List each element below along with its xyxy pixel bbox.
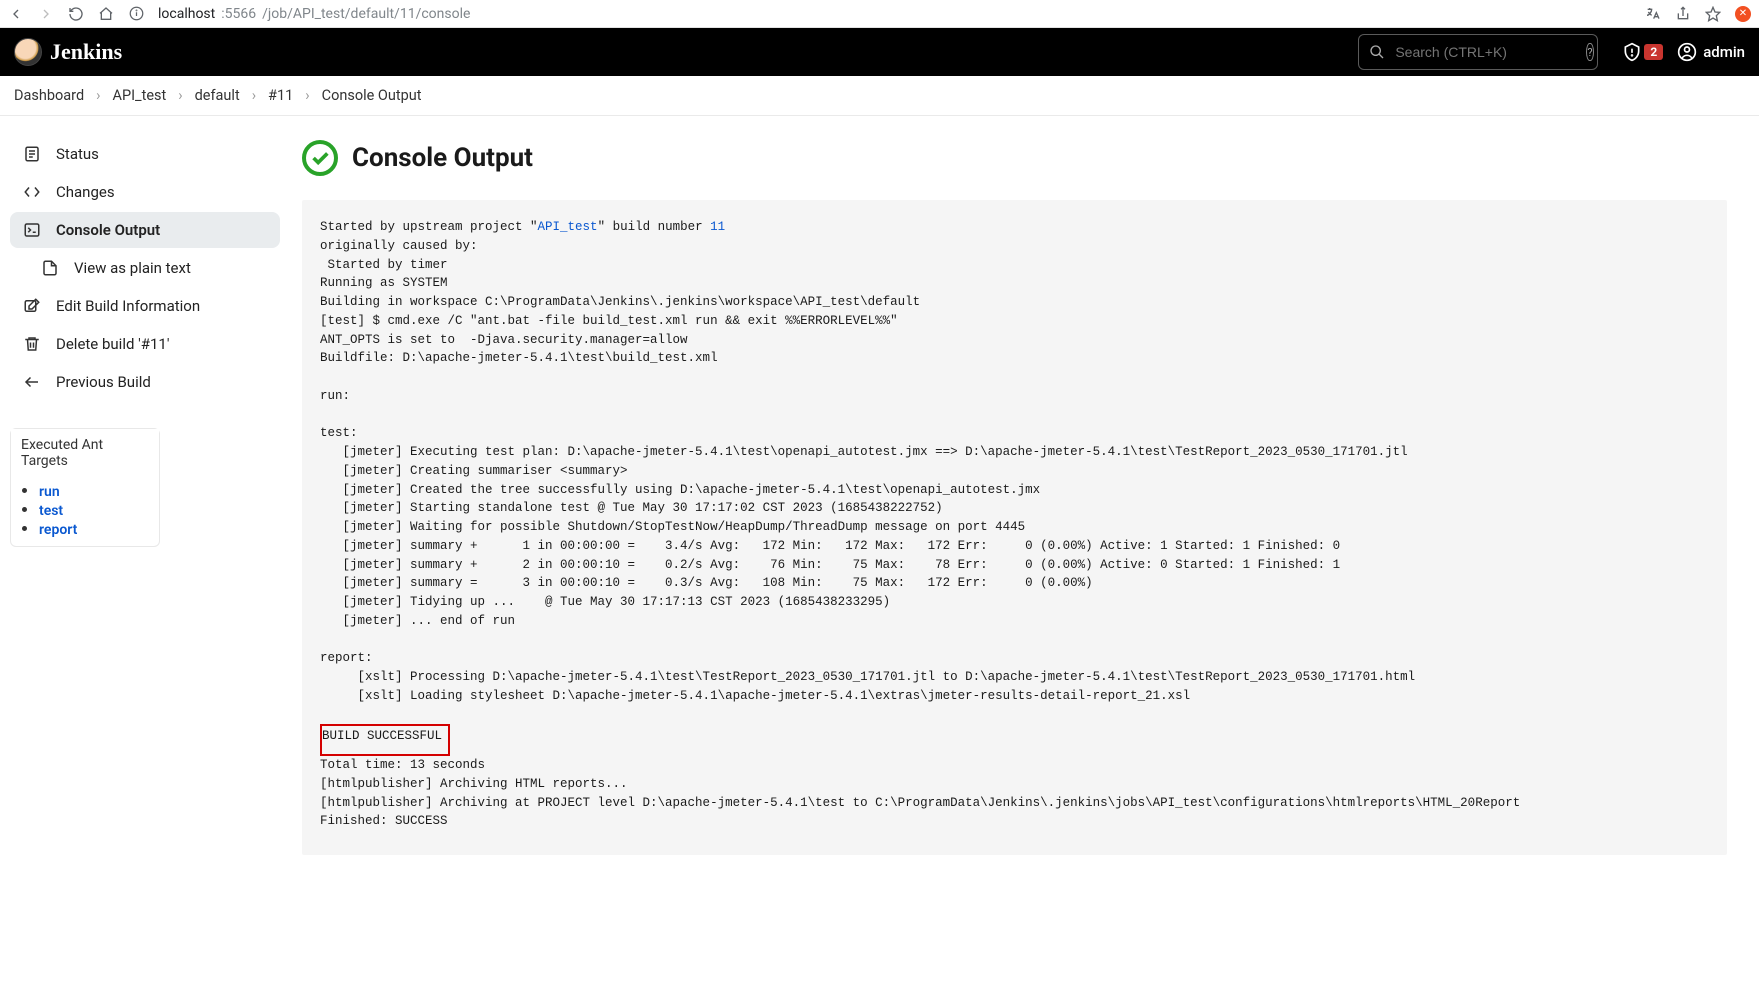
breadcrumb-api-test[interactable]: API_test bbox=[113, 87, 167, 104]
url-path: /job/API_test/default/11/console bbox=[262, 6, 470, 22]
sidebar-item-label: View as plain text bbox=[74, 259, 191, 277]
main-content: Console Output Started by upstream proje… bbox=[290, 116, 1759, 895]
executed-ant-targets: Executed Ant Targets run test report bbox=[10, 428, 160, 547]
chevron-right-icon: › bbox=[178, 87, 182, 104]
breadcrumb-console-output[interactable]: Console Output bbox=[322, 87, 422, 104]
search-input[interactable] bbox=[1395, 44, 1576, 60]
brand-text: Jenkins bbox=[50, 39, 122, 65]
jenkins-butler-icon bbox=[14, 38, 42, 66]
bookmark-icon[interactable] bbox=[1705, 6, 1721, 22]
url-host: localhost bbox=[158, 6, 215, 22]
sidebar-item-status[interactable]: Status bbox=[10, 136, 280, 172]
translate-icon[interactable] bbox=[1645, 6, 1661, 22]
share-icon[interactable] bbox=[1675, 6, 1691, 22]
jenkins-header: Jenkins ? 2 admin bbox=[0, 28, 1759, 76]
sidebar-item-label: Previous Build bbox=[56, 373, 151, 391]
list-item: run bbox=[39, 481, 159, 500]
search-icon bbox=[1369, 44, 1385, 60]
list-item: report bbox=[39, 519, 159, 538]
arrow-left-icon bbox=[22, 373, 42, 391]
chevron-right-icon: › bbox=[96, 87, 100, 104]
upstream-project-link[interactable]: API_test bbox=[538, 220, 598, 234]
alert-badge[interactable]: 2 bbox=[1622, 42, 1663, 62]
sidebar-item-label: Changes bbox=[56, 183, 115, 201]
search-help-icon[interactable]: ? bbox=[1586, 43, 1593, 61]
build-successful-highlight: BUILD SUCCESSFUL bbox=[320, 724, 450, 756]
extension-icon[interactable]: ✕ bbox=[1735, 6, 1751, 22]
user-menu[interactable]: admin bbox=[1677, 42, 1745, 62]
ant-targets-title: Executed Ant Targets bbox=[11, 429, 159, 477]
success-icon bbox=[302, 140, 338, 176]
breadcrumb-build-11[interactable]: #11 bbox=[268, 87, 293, 104]
terminal-icon bbox=[22, 221, 42, 239]
build-number-link[interactable]: 11 bbox=[710, 220, 725, 234]
ant-target-test[interactable]: test bbox=[39, 503, 63, 519]
document-icon bbox=[40, 259, 60, 277]
sidebar-item-label: Status bbox=[56, 145, 99, 163]
home-icon[interactable] bbox=[98, 6, 114, 22]
reload-icon[interactable] bbox=[68, 6, 84, 22]
changes-icon bbox=[22, 183, 42, 201]
alert-count: 2 bbox=[1644, 44, 1663, 60]
sidebar-item-previous-build[interactable]: Previous Build bbox=[10, 364, 280, 400]
shield-warning-icon bbox=[1622, 42, 1642, 62]
ant-target-run[interactable]: run bbox=[39, 484, 60, 500]
url-port: :5566 bbox=[221, 6, 256, 22]
console-output: Started by upstream project "API_test" b… bbox=[302, 200, 1727, 855]
breadcrumb-dashboard[interactable]: Dashboard bbox=[14, 87, 84, 104]
sidebar-item-delete-build[interactable]: Delete build '#11' bbox=[10, 326, 280, 362]
sidebar-item-edit-build[interactable]: Edit Build Information bbox=[10, 288, 280, 324]
ant-target-report[interactable]: report bbox=[39, 522, 77, 538]
sidebar-item-console-output[interactable]: Console Output bbox=[10, 212, 280, 248]
sidebar: Status Changes Console Output View as pl… bbox=[0, 116, 290, 895]
sidebar-item-plain-text[interactable]: View as plain text bbox=[10, 250, 280, 286]
page-title: Console Output bbox=[352, 143, 533, 173]
browser-bar: localhost :5566/job/API_test/default/11/c… bbox=[0, 0, 1759, 28]
back-icon[interactable] bbox=[8, 6, 24, 22]
breadcrumb: Dashboard › API_test › default › #11 › C… bbox=[0, 76, 1759, 116]
jenkins-logo[interactable]: Jenkins bbox=[14, 38, 122, 66]
search-box[interactable]: ? bbox=[1358, 34, 1598, 70]
chevron-right-icon: › bbox=[252, 87, 256, 104]
status-icon bbox=[22, 145, 42, 163]
sidebar-item-label: Delete build '#11' bbox=[56, 335, 170, 353]
user-icon bbox=[1677, 42, 1697, 62]
sidebar-item-changes[interactable]: Changes bbox=[10, 174, 280, 210]
forward-icon[interactable] bbox=[38, 6, 54, 22]
user-name: admin bbox=[1703, 43, 1745, 61]
edit-icon bbox=[22, 297, 42, 315]
sidebar-item-label: Edit Build Information bbox=[56, 297, 200, 315]
sidebar-item-label: Console Output bbox=[56, 221, 160, 239]
trash-icon bbox=[22, 335, 42, 353]
breadcrumb-default[interactable]: default bbox=[195, 87, 240, 104]
chevron-right-icon: › bbox=[305, 87, 309, 104]
site-info-icon[interactable] bbox=[128, 6, 144, 21]
address-bar[interactable]: localhost :5566/job/API_test/default/11/c… bbox=[158, 6, 470, 22]
list-item: test bbox=[39, 500, 159, 519]
